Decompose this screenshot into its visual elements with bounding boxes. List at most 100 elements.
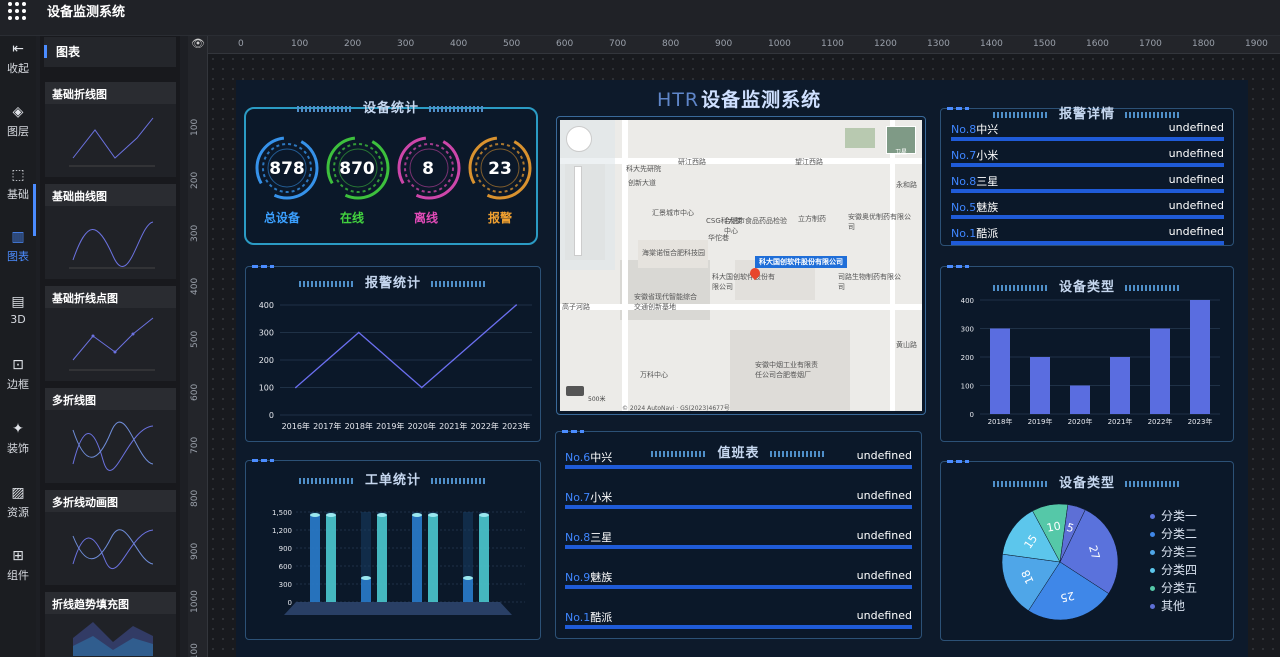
nav-item-layers[interactable]: ◈ 图层 xyxy=(0,101,36,149)
nav-item-component[interactable]: ⊞ 组件 xyxy=(0,545,36,593)
ruler-tick-label: 200 xyxy=(344,39,362,49)
alarm-rank-bar xyxy=(951,137,1224,141)
thumb-label: 折线趋势填充图 xyxy=(45,592,176,614)
device-type-bar xyxy=(990,328,1010,414)
ring-label-offline: 离线 xyxy=(413,211,438,225)
ruler-tick-label: 100 xyxy=(190,118,200,136)
work-order-bar xyxy=(412,515,422,602)
rank-number: No.8 xyxy=(565,531,591,544)
x-tick-label: 2021年 xyxy=(1108,417,1133,426)
rank-name: 三星 xyxy=(976,175,999,188)
ruler-tick-label: 1100 xyxy=(821,39,844,49)
component-thumb-multi-line-anim[interactable]: 多折线动画图 xyxy=(45,490,176,585)
y-tick-label: 900 xyxy=(279,545,292,553)
rank-name: 小米 xyxy=(976,149,999,162)
alarm-rank-bar xyxy=(951,241,1224,245)
legend-marker xyxy=(1150,550,1155,555)
nav-item-decoration[interactable]: ✦ 装饰 xyxy=(0,418,36,466)
nav-item-3d[interactable]: ▤ 3D xyxy=(0,291,36,339)
map-label: 永和路 xyxy=(896,181,917,189)
component-thumb-basic-curve[interactable]: 基础曲线图 xyxy=(45,184,176,279)
nav-item-collapse[interactable]: ⇤ 收起 xyxy=(0,38,36,86)
ruler-tick-label: 1300 xyxy=(927,39,950,49)
map-label: 合肥市食品药品检验中心 xyxy=(724,217,787,235)
nav-item-chart[interactable]: ▥ 图表 xyxy=(0,226,36,274)
panel-title: 图表 xyxy=(56,45,81,59)
thumb-label: 多折线动画图 xyxy=(45,490,176,512)
thumb-preview xyxy=(69,221,155,269)
alarm-rank-row: No.1酷派 undefined xyxy=(951,225,1224,240)
alarm-line-chart: 01002003004002016年 2017年 2018年 2019年 2020年 20… xyxy=(259,301,532,431)
thumb-preview xyxy=(69,317,155,371)
nav-label: 收起 xyxy=(7,62,29,75)
ruler-tick-label: 1100 xyxy=(190,643,200,657)
map-compass-control[interactable] xyxy=(566,126,592,152)
map-satellite-toggle[interactable]: 卫星 xyxy=(886,126,916,156)
map-block xyxy=(845,128,875,148)
rank-number: No.1 xyxy=(565,611,591,624)
map-zoom-slider[interactable] xyxy=(574,166,582,256)
rank-value: undefined xyxy=(1168,173,1224,186)
nav-item-border[interactable]: ⊡ 边框 xyxy=(0,354,36,402)
screen-title: HTR 设备监测系统 xyxy=(657,85,821,112)
thumb-preview xyxy=(73,622,153,656)
x-tick-label: 2019年 xyxy=(1028,417,1053,426)
screen-title-text: 设备监测系统 xyxy=(701,89,822,111)
legend-marker xyxy=(1150,586,1155,591)
nav-label: 组件 xyxy=(7,569,29,582)
component-thumb-trend-fill[interactable]: 折线趋势填充图 xyxy=(45,592,176,657)
ruler-tick-label: 1000 xyxy=(190,590,200,613)
rank-value: undefined xyxy=(856,609,912,622)
rank-name: 三星 xyxy=(590,531,613,544)
ruler-tick-label: 1700 xyxy=(1139,39,1162,49)
ring-label-alarm: 报警 xyxy=(487,211,512,225)
left-nav: ⇤ 收起 ◈ 图层 ⬚ 基础 ▥ 图表 ▤ 3D ⊡ 边框 ✦ 装饰 ▨ 资源 ⊞ 组件 xyxy=(0,36,36,657)
legend-label: 分类二 xyxy=(1161,527,1198,541)
rank-value: undefined xyxy=(1168,121,1224,134)
rank-number: No.5 xyxy=(951,201,977,214)
map-view[interactable]: 研江西路 望江西路 科大先研院 创新大道 汇景城市中心 CSG科大楼 合肥市食品药品检验中心… xyxy=(560,120,922,411)
panel-header: 图表 xyxy=(44,37,176,67)
data-point xyxy=(389,359,392,361)
work-order-bar-chart: 0 300 600 900 1,200 1,500 xyxy=(272,509,525,615)
nav-item-basic[interactable]: ⬚ 基础 xyxy=(0,164,36,212)
map-label: 万科中心 xyxy=(640,371,668,379)
component-thumb-line-point[interactable]: 基础折线点图 xyxy=(45,286,176,381)
eye-icon[interactable]: 👁 xyxy=(191,37,205,50)
component-thumb-multi-line[interactable]: 多折线图 xyxy=(45,388,176,483)
ruler-tick-label: 500 xyxy=(190,330,200,348)
alarm-rank-row: No.7小米 undefined xyxy=(951,147,1224,162)
map-label: 汇景城市中心 xyxy=(652,209,694,217)
top-bar: 设备监测系统 xyxy=(0,0,1280,36)
data-point xyxy=(294,386,297,389)
panel-title: 工单统计 xyxy=(245,469,541,488)
nav-label: 3D xyxy=(10,313,26,326)
legend-item: 分类五 xyxy=(1150,579,1197,596)
duty-rank-row: No.1酷派 undefined xyxy=(565,609,912,624)
rank-value: undefined xyxy=(856,569,912,582)
map-label: 创新大道 xyxy=(628,179,656,187)
rank-number: No.9 xyxy=(565,571,591,584)
bar-cap xyxy=(310,513,320,517)
legend-marker xyxy=(1150,604,1155,609)
duty-rank-row: No.8三星 undefined xyxy=(565,529,912,544)
work-order-bar xyxy=(428,515,438,602)
x-tick-label: 2022年 xyxy=(1148,417,1173,426)
app-grid-icon[interactable] xyxy=(8,2,26,20)
thumb-label: 基础曲线图 xyxy=(45,184,176,206)
ring-value-alarm: 23 xyxy=(488,159,512,179)
duty-rank-bar xyxy=(565,545,912,549)
y-tick-label: 600 xyxy=(279,563,292,571)
legend-label: 分类四 xyxy=(1161,563,1198,577)
nav-item-resource[interactable]: ▨ 资源 xyxy=(0,482,36,530)
thumb-preview xyxy=(72,529,154,570)
alarm-rank-bar xyxy=(951,163,1224,167)
component-thumb-basic-line[interactable]: 基础折线图 xyxy=(45,82,176,177)
rank-number: No.8 xyxy=(951,123,977,136)
legend-marker xyxy=(1150,568,1155,573)
map-label: 研江西路 xyxy=(678,158,706,166)
map-road xyxy=(560,304,922,310)
map-label: 黄山路 xyxy=(896,341,917,349)
ruler-tick-label: 600 xyxy=(190,383,200,401)
device-type-bar xyxy=(1190,300,1210,414)
